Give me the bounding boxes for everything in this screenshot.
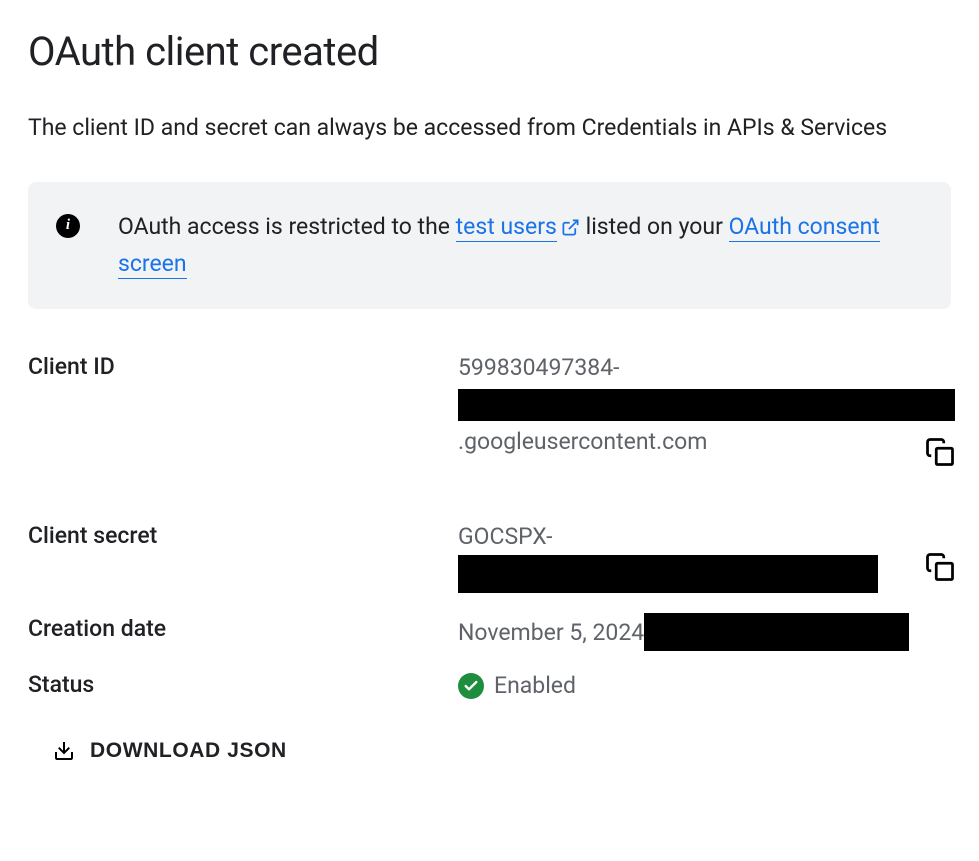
creation-date-value: November 5, 2024 [458,613,955,651]
info-text-pre: OAuth access is restricted to the [118,213,456,240]
creation-date-text: November 5, 2024 [458,616,644,649]
spacer [28,595,458,613]
download-json-button[interactable]: DOWNLOAD JSON [48,731,291,771]
spacer [458,458,955,520]
test-users-link-text: test users [456,213,557,240]
status-label: Status [28,669,458,698]
client-id-prefix: 599830497384- [458,351,955,384]
redacted-bar [458,389,955,421]
client-id-label: Client ID [28,351,458,380]
redacted-bar [458,555,878,593]
download-icon [52,739,76,763]
info-banner-text: OAuth access is restricted to the test u… [118,208,923,284]
client-secret-prefix: GOCSPX- [458,520,955,553]
spacer [28,651,458,669]
external-link-icon [561,218,580,237]
client-secret-value: GOCSPX- [458,520,955,595]
client-id-suffix: .googleusercontent.com [458,425,955,458]
download-json-label: DOWNLOAD JSON [90,739,287,763]
info-icon [56,214,80,238]
creation-date-label: Creation date [28,613,458,642]
status-text: Enabled [494,669,576,702]
credential-details: Client ID 599830497384- .googleuserconte… [28,351,951,702]
dialog-subtitle: The client ID and secret can always be a… [28,111,951,146]
client-secret-label: Client secret [28,520,458,549]
info-text-mid: listed on your [580,213,729,240]
client-id-value: 599830497384- .googleusercontent.com [458,351,955,458]
spacer [28,458,458,520]
status-value: Enabled [458,669,955,702]
spacer [458,595,955,613]
redacted-bar [644,613,909,651]
test-users-link[interactable]: test users [456,213,557,242]
dialog-title: OAuth client created [28,28,951,75]
spacer [458,651,955,669]
check-circle-icon [458,673,484,699]
copy-icon[interactable] [925,552,955,582]
info-banner: OAuth access is restricted to the test u… [28,182,951,310]
copy-icon[interactable] [925,437,955,467]
